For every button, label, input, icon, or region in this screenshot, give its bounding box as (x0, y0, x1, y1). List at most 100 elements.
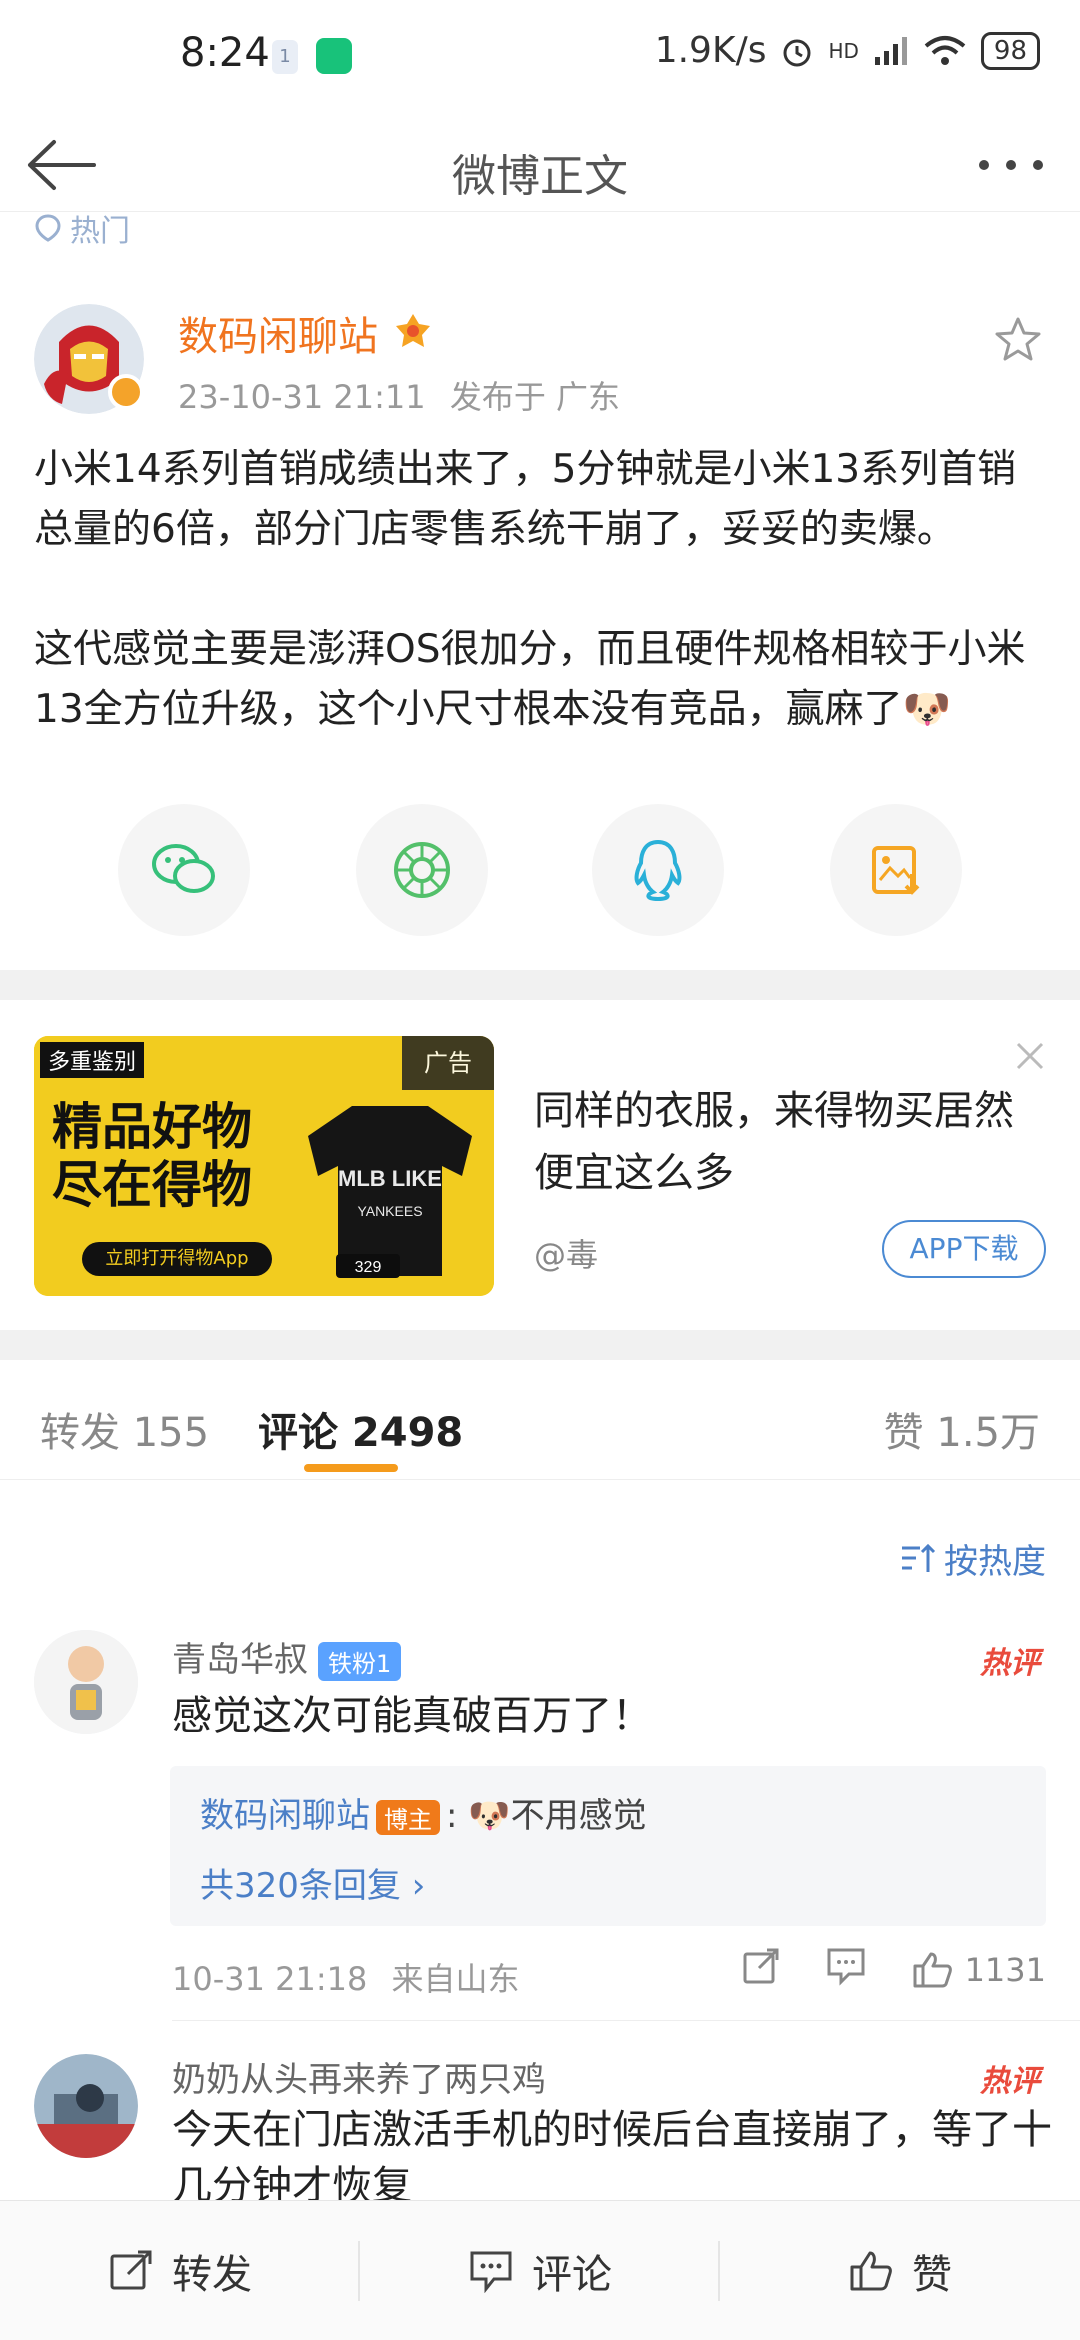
ad-badge: 广告 (402, 1036, 494, 1090)
ad-image-line1: 精品好物 (52, 1098, 252, 1156)
star-icon (995, 317, 1041, 361)
status-time: 8:24 (180, 30, 270, 76)
app-download-button[interactable]: APP下载 (882, 1220, 1046, 1278)
share-moments-button[interactable] (356, 804, 488, 936)
wifi-icon (924, 35, 966, 65)
status-bar: 8:24 1 1.9K/s HD 98 (0, 0, 1080, 120)
like-button[interactable]: 赞 (720, 2201, 1080, 2340)
more-button[interactable] (966, 130, 1056, 200)
view-replies-link[interactable]: 共320条回复 › (200, 1858, 425, 1907)
repost-button[interactable]: 转发 (0, 2201, 360, 2340)
tab-like[interactable]: 赞 1.5万 (884, 1400, 1040, 1458)
tab-repost[interactable]: 转发 155 (40, 1400, 209, 1458)
qq-icon (634, 839, 682, 902)
ad-source: @毒 (534, 1236, 599, 1274)
medal-icon (392, 310, 434, 356)
ad-headline[interactable]: 同样的衣服，来得物买居然便宜这么多 (534, 1080, 1014, 1204)
nav-header: 微博正文 (0, 120, 1080, 212)
comment-time: 10-31 21:18 (172, 1960, 368, 1998)
commenter-name[interactable]: 青岛华叔 铁粉1 (172, 1632, 402, 1681)
blogger-badge: 博主 (376, 1800, 440, 1835)
wechat-icon (152, 844, 215, 893)
repost-label: 转发 (172, 2252, 252, 2298)
like-label: 赞 (912, 2252, 952, 2298)
comment-location: 来自山东 (391, 1960, 520, 1998)
ad-image-cta: 立即打开得物App (82, 1242, 272, 1276)
sort-button[interactable]: 按热度 (900, 1534, 1046, 1583)
comment-divider (172, 2020, 1080, 2021)
sweatshirt-image: MLB LIKE YANKEES 329 (302, 1096, 478, 1286)
reply-line: 数码闲聊站 博主: 🐶不用感觉 (200, 1796, 647, 1836)
hot-location-icon (35, 214, 61, 242)
hot-tag-label: 热门 (70, 214, 130, 249)
comment-reply-button[interactable] (825, 1946, 867, 1994)
comment-text: 感觉这次可能真破百万了！ (172, 1693, 652, 1739)
price-text: 329 (355, 1259, 382, 1276)
battery-indicator: 98 (980, 31, 1040, 70)
notification-icon: 1 (272, 40, 298, 74)
network-label: HD (828, 38, 859, 63)
thumbs-up-icon (850, 2251, 892, 2291)
bottom-action-bar: 转发 评论 赞 (0, 2200, 1080, 2340)
save-image-icon (872, 846, 920, 895)
repost-icon (110, 2250, 152, 2290)
net-speed: 1.9K/s (654, 30, 767, 71)
hot-tag[interactable]: 热门 (34, 206, 130, 250)
close-icon (1016, 1042, 1044, 1070)
thumbs-up-icon (913, 1952, 952, 1988)
commenter-avatar[interactable] (34, 2054, 138, 2158)
share-row (0, 804, 1080, 936)
comment-like-button[interactable]: 1131 (911, 1950, 1046, 1990)
comment-button[interactable]: 评论 (360, 2201, 720, 2340)
save-image-button[interactable] (830, 804, 962, 936)
ad-image-tag: 多重鉴别 (40, 1042, 145, 1078)
comment-meta: 10-31 21:18 来自山东 (172, 1954, 520, 2000)
author-name[interactable]: 数码闲聊站 (178, 304, 378, 362)
favorite-button[interactable] (992, 314, 1044, 366)
app-notification-icon (316, 38, 352, 74)
status-right: 1.9K/s HD 98 (655, 30, 1040, 71)
comment-icon (827, 1948, 865, 1986)
share-wechat-button[interactable] (118, 804, 250, 936)
ad-close-button[interactable] (1010, 1036, 1050, 1076)
ad-image-line2: 尽在得物 (52, 1156, 252, 1214)
photo-avatar-icon (34, 2054, 138, 2158)
active-tab-indicator (304, 1464, 398, 1472)
post-body: 小米14系列首销成绩出来了，5分钟就是小米13系列首销总量的6倍，部分门店零售系… (34, 440, 1044, 800)
alarm-icon (783, 39, 811, 66)
shirt-sub: YANKEES (357, 1203, 422, 1219)
post-date: 23-10-31 21:11 (178, 378, 426, 416)
commenter-name[interactable]: 奶奶从头再来养了两只鸡 (172, 2052, 546, 2101)
signal-icon (874, 36, 907, 65)
share-icon (743, 1948, 779, 1984)
engagement-tabs: 转发 155 评论 2498 赞 1.5万 (0, 1360, 1080, 1480)
like-count: 1131 (964, 1951, 1046, 1989)
reply-content: 🐶不用感觉 (468, 1796, 647, 1836)
post-paragraph: 小米14系列首销成绩出来了，5分钟就是小米13系列首销总量的6倍，部分门店零售系… (34, 447, 1017, 552)
moments-icon (394, 842, 450, 898)
comment-share-button[interactable] (741, 1946, 781, 1994)
sort-label: 按热度 (944, 1542, 1046, 1582)
reply-box[interactable]: 数码闲聊站 博主: 🐶不用感觉 共320条回复 › (170, 1766, 1046, 1926)
section-gap (0, 970, 1080, 1000)
monk-avatar-icon (34, 1630, 138, 1734)
page-title: 微博正文 (452, 151, 628, 202)
ad-card[interactable]: 多重鉴别 广告 精品好物 尽在得物 立即打开得物App MLB LIKE YAN… (0, 1000, 1080, 1330)
more-dots-icon (979, 160, 1043, 170)
commenter-name-text: 青岛华叔 (172, 1640, 308, 1680)
post-meta: 23-10-31 21:11 发布于 广东 (178, 372, 620, 418)
post-location: 发布于 广东 (449, 378, 620, 416)
verified-badge-icon (108, 374, 144, 410)
share-qq-button[interactable] (592, 804, 724, 936)
comment-icon (470, 2251, 512, 2293)
hot-comment-badge: 热评 (980, 2064, 1040, 2099)
ad-image[interactable]: 多重鉴别 广告 精品好物 尽在得物 立即打开得物App MLB LIKE YAN… (34, 1036, 494, 1296)
section-gap (0, 1330, 1080, 1360)
reply-author[interactable]: 数码闲聊站 (200, 1796, 370, 1836)
commenter-avatar[interactable] (34, 1630, 138, 1734)
tab-comment[interactable]: 评论 2498 (258, 1400, 463, 1458)
comment-actions: 1131 (741, 1946, 1046, 1994)
hot-comment-badge: 热评 (980, 1646, 1040, 1681)
fan-badge: 铁粉1 (318, 1642, 402, 1681)
comment-label: 评论 (532, 2252, 612, 2298)
